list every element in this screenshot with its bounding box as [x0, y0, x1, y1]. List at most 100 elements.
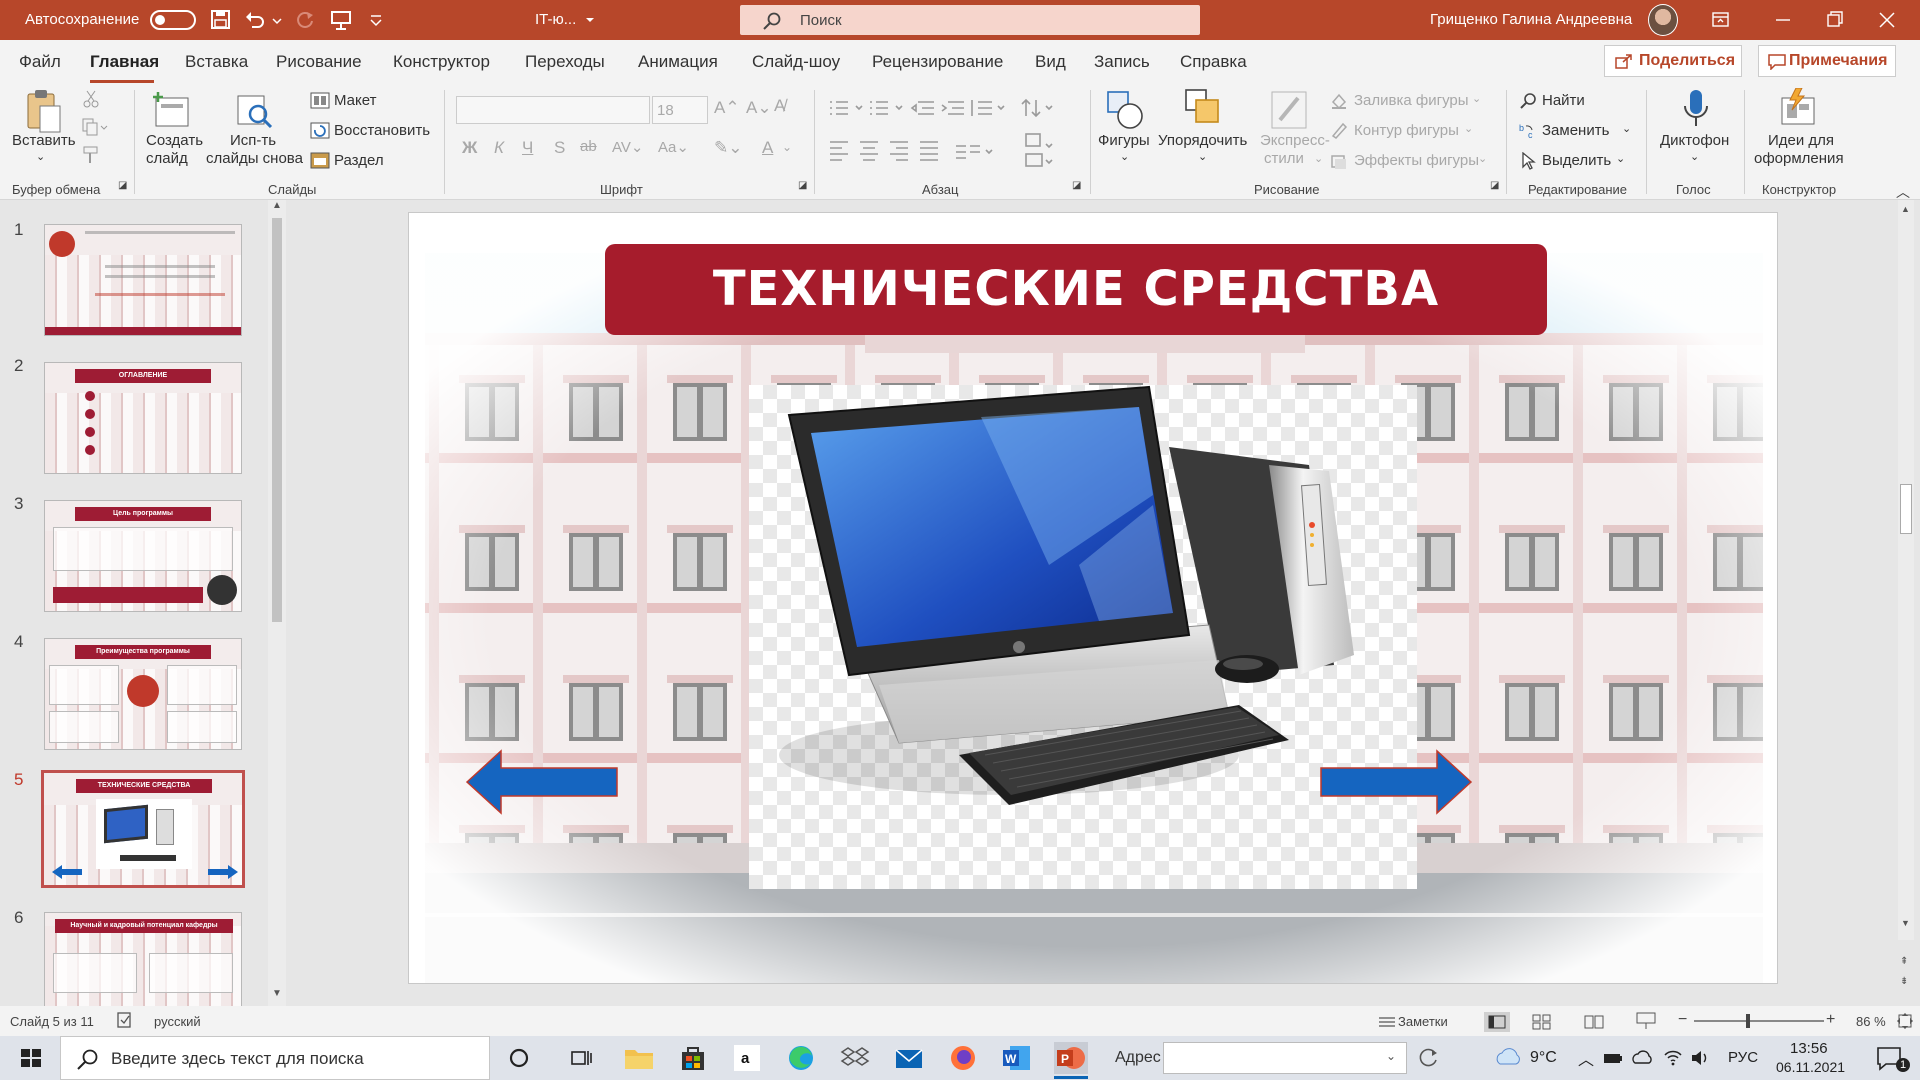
tab-home[interactable]: Главная [90, 52, 159, 72]
edge-icon[interactable] [784, 1042, 818, 1074]
previous-slide-icon[interactable]: ⇞ [1900, 956, 1908, 967]
thumbnail-slide-1[interactable] [44, 224, 242, 336]
find-button[interactable]: Найти [1542, 92, 1585, 109]
select-button[interactable]: Выделить [1542, 152, 1611, 169]
arrange-dropdown-icon[interactable]: ⌄ [1198, 150, 1207, 163]
paste-icon[interactable] [24, 88, 64, 134]
tab-view[interactable]: Вид [1035, 52, 1066, 72]
clock-date[interactable]: 06.11.2021 [1776, 1059, 1845, 1075]
quick-styles-label-2[interactable]: стили [1264, 150, 1304, 167]
shadow-icon[interactable]: S [554, 138, 565, 158]
quick-styles-icon[interactable] [1270, 90, 1310, 130]
shape-fill-icon[interactable] [1330, 92, 1348, 110]
format-painter-icon[interactable] [82, 146, 100, 164]
new-slide-label-1[interactable]: Создать [146, 132, 203, 149]
dictate-dropdown-icon[interactable]: ⌄ [1690, 150, 1699, 163]
thumbnail-slide-6[interactable]: Научный и кадровый потенциал кафедры [44, 912, 242, 1006]
replace-dropdown-icon[interactable]: ⌄ [1622, 122, 1631, 135]
strikethrough-icon[interactable]: ab [580, 138, 597, 155]
share-button[interactable]: Поделиться [1604, 45, 1742, 77]
scrollbar-thumb[interactable] [272, 218, 282, 622]
thumbnail-slide-5[interactable]: ТЕХНИЧЕСКИЕ СРЕДСТВА [41, 770, 245, 888]
scroll-up-icon[interactable]: ▲ [272, 200, 282, 211]
zoom-slider-thumb[interactable] [1746, 1014, 1750, 1028]
reset-button[interactable]: Восстановить [334, 122, 430, 139]
input-language[interactable]: РУС [1728, 1049, 1758, 1066]
tab-transitions[interactable]: Переходы [525, 52, 605, 72]
store-icon[interactable] [676, 1042, 710, 1074]
task-view-icon[interactable] [564, 1042, 598, 1074]
slide-title[interactable]: ТЕХНИЧЕСКИЕ СРЕДСТВА [605, 244, 1547, 335]
underline-icon[interactable]: Ч [522, 138, 533, 158]
volume-icon[interactable] [1690, 1042, 1712, 1074]
quick-styles-dropdown-icon[interactable]: ⌄ [1314, 152, 1323, 165]
onedrive-icon[interactable] [1632, 1042, 1654, 1074]
battery-icon[interactable] [1602, 1042, 1624, 1074]
undo-icon[interactable] [244, 10, 266, 30]
cut-icon[interactable] [82, 90, 100, 108]
tab-design[interactable]: Конструктор [393, 52, 490, 72]
spellcheck-icon[interactable] [116, 1012, 134, 1028]
weather-temperature[interactable]: 9°C [1530, 1049, 1557, 1067]
wifi-icon[interactable] [1662, 1042, 1684, 1074]
clock-time[interactable]: 13:56 [1790, 1040, 1828, 1057]
word-icon[interactable]: W [1000, 1042, 1034, 1074]
clear-format-icon[interactable]: A̸ [774, 96, 785, 116]
shape-outline-button[interactable]: Контур фигуры [1354, 122, 1459, 139]
avatar[interactable] [1648, 4, 1678, 36]
autosave-toggle[interactable] [150, 10, 196, 30]
shapes-dropdown-icon[interactable]: ⌄ [1120, 150, 1129, 163]
computer-image[interactable] [749, 385, 1417, 889]
tray-expand-icon[interactable]: ︿ [1578, 1046, 1594, 1070]
firefox-icon[interactable] [946, 1042, 980, 1074]
present-icon[interactable] [330, 10, 352, 30]
minimize-icon[interactable] [1768, 8, 1798, 32]
spacing-icon[interactable]: AV⌄ [612, 138, 643, 156]
reset-icon[interactable] [310, 122, 330, 140]
shapes-button[interactable]: Фигуры [1098, 132, 1150, 149]
zoom-in-icon[interactable]: + [1826, 1011, 1835, 1029]
reading-view-icon[interactable] [1584, 1014, 1604, 1030]
shape-effects-button[interactable]: Эффекты фигуры [1354, 152, 1479, 169]
decrease-font-icon[interactable]: A⌄ [746, 98, 772, 118]
tab-help[interactable]: Справка [1180, 52, 1247, 72]
taskbar-search-box[interactable]: Введите здесь текст для поиска [60, 1036, 490, 1080]
bold-icon[interactable]: Ж [462, 138, 477, 158]
font-color-icon[interactable]: A [762, 138, 773, 158]
amazon-icon[interactable]: a [730, 1042, 764, 1074]
new-slide-label-2[interactable]: слайд [146, 150, 188, 167]
section-button[interactable]: Раздел [334, 152, 384, 169]
zoom-level[interactable]: 86 % [1856, 1014, 1886, 1029]
find-icon[interactable] [1520, 92, 1538, 110]
arrange-button[interactable]: Упорядочить [1158, 132, 1247, 149]
shape-effects-icon[interactable] [1330, 152, 1348, 170]
editor-scrollbar[interactable]: ▲ ▼ [1898, 200, 1914, 940]
shapes-icon[interactable] [1106, 90, 1146, 130]
slide-canvas[interactable]: ТЕХНИЧЕСКИЕ СРЕДСТВА [408, 212, 1778, 984]
shape-fill-dropdown-icon[interactable]: ⌄ [1472, 92, 1481, 105]
notes-button[interactable]: Заметки [1398, 1014, 1448, 1029]
clipboard-launcher-icon[interactable]: ◪ [118, 180, 127, 191]
customize-toolbar-icon[interactable] [368, 10, 384, 30]
paste-button[interactable]: Вставить [12, 132, 76, 149]
drawing-launcher-icon[interactable]: ◪ [1490, 180, 1499, 191]
section-icon[interactable] [310, 152, 330, 170]
save-icon[interactable] [210, 10, 232, 30]
zoom-slider[interactable] [1694, 1020, 1824, 1022]
increase-font-icon[interactable]: A⌃ [714, 98, 740, 118]
comments-button[interactable]: Примечания [1758, 45, 1896, 77]
select-dropdown-icon[interactable]: ⌄ [1616, 152, 1625, 165]
restore-icon[interactable] [1820, 8, 1850, 32]
reuse-slides-label-2[interactable]: слайды снова [206, 150, 303, 167]
shape-outline-icon[interactable] [1330, 122, 1348, 140]
fit-slide-icon[interactable] [1896, 1012, 1914, 1030]
change-case-icon[interactable]: Aa⌄ [658, 138, 689, 156]
design-ideas-label-2[interactable]: оформления [1754, 150, 1844, 167]
arrange-icon[interactable] [1184, 88, 1224, 128]
layout-button[interactable]: Макет [334, 92, 376, 109]
microphone-icon[interactable] [1680, 88, 1712, 130]
notes-icon[interactable] [1378, 1014, 1396, 1028]
tab-slideshow[interactable]: Слайд-шоу [752, 52, 840, 72]
tab-review[interactable]: Рецензирование [872, 52, 1003, 72]
reuse-slides-label-1[interactable]: Исп-ть [230, 132, 276, 149]
